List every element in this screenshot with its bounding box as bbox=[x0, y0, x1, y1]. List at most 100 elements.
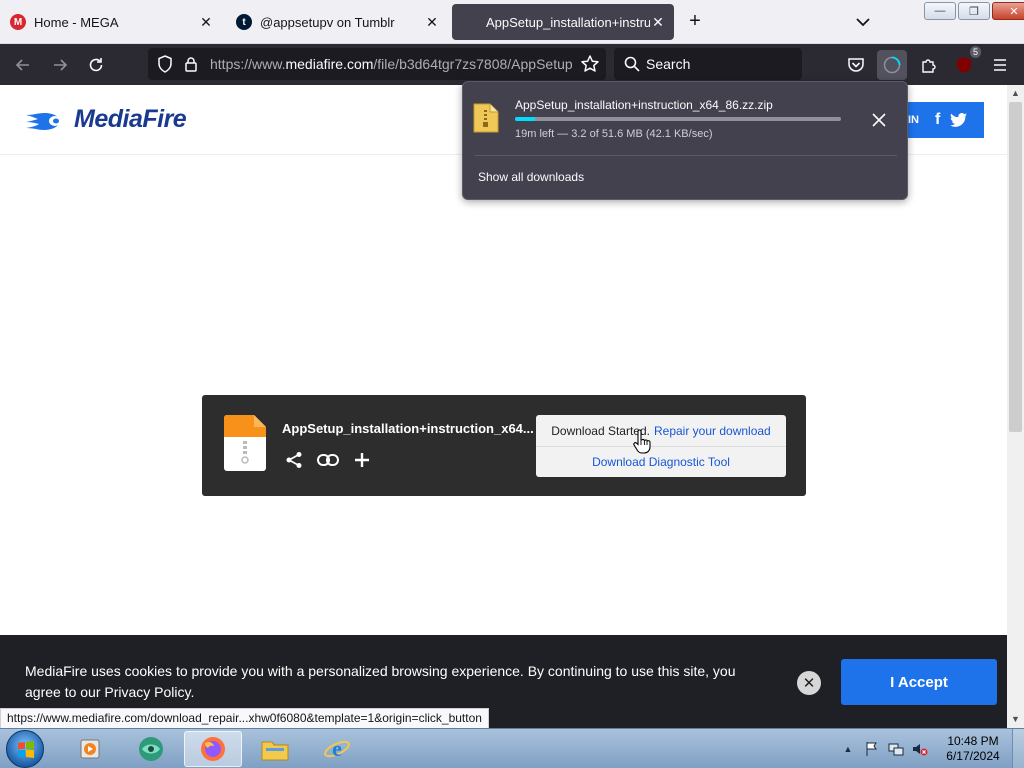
start-button[interactable] bbox=[6, 730, 44, 768]
url-bar[interactable]: https://www.mediafire.com/file/b3d64tgr7… bbox=[148, 48, 606, 80]
social-bar: IN f bbox=[896, 102, 984, 138]
mega-icon: M bbox=[10, 14, 26, 30]
link-status-url: https://www.mediafire.com/download_repai… bbox=[0, 708, 489, 729]
download-progress-icon bbox=[883, 56, 901, 74]
downloads-button[interactable] bbox=[877, 50, 907, 80]
repair-download-link[interactable]: Repair your download bbox=[654, 424, 771, 438]
back-arrow-icon bbox=[15, 59, 29, 71]
tab-close-icon[interactable]: ✕ bbox=[650, 14, 666, 30]
action-center-flag-icon[interactable] bbox=[864, 741, 880, 757]
cancel-download-icon[interactable] bbox=[869, 110, 889, 130]
tracking-shield-icon[interactable] bbox=[156, 55, 174, 73]
folder-icon bbox=[261, 741, 289, 761]
mediafire-flame-icon bbox=[26, 112, 61, 130]
puzzle-piece-icon bbox=[922, 59, 936, 73]
taskbar-firefox[interactable] bbox=[184, 731, 242, 767]
search-bar[interactable]: Search bbox=[614, 48, 802, 80]
close-window-button[interactable]: ✕ bbox=[992, 2, 1024, 20]
accept-cookies-button[interactable]: I Accept bbox=[841, 659, 997, 705]
extension-badge: 5 bbox=[969, 46, 981, 58]
new-tab-button[interactable]: + bbox=[684, 10, 706, 32]
tab-title: @appsetupv on Tumblr bbox=[260, 14, 395, 30]
login-link[interactable]: IN bbox=[908, 114, 919, 126]
download-status: Download Started. Repair your download bbox=[536, 415, 786, 446]
pocket-icon bbox=[848, 58, 864, 72]
firefox-icon bbox=[201, 737, 225, 761]
show-all-downloads-button[interactable]: Show all downloads bbox=[478, 170, 584, 184]
ublock-shield-icon bbox=[957, 57, 971, 73]
back-button[interactable] bbox=[10, 52, 36, 78]
tab-strip: M Home - MEGA ✕ t @appsetupv on Tumblr ✕… bbox=[0, 0, 1024, 44]
window-controls: — ❐ ✕ bbox=[924, 2, 1024, 20]
scroll-thumb[interactable] bbox=[1009, 102, 1022, 432]
reload-button[interactable] bbox=[83, 52, 109, 78]
copy-link-button[interactable] bbox=[317, 449, 339, 471]
tab-close-icon[interactable]: ✕ bbox=[424, 14, 440, 30]
twitter-icon[interactable] bbox=[950, 112, 968, 128]
network-icon[interactable] bbox=[888, 741, 904, 757]
url-path: /file/b3d64tgr7zs7808/AppSetup bbox=[373, 56, 572, 72]
taskbar-clock[interactable]: 10:48 PM 6/17/2024 bbox=[936, 734, 1010, 764]
clock-date: 6/17/2024 bbox=[946, 749, 1000, 763]
download-progress-fill bbox=[515, 117, 536, 121]
zip-archive-icon bbox=[473, 103, 499, 133]
logo-wordmark: MediaFire bbox=[74, 105, 187, 133]
mediafire-logo[interactable]: MediaFire bbox=[24, 105, 187, 134]
download-status-text: 19m left — 3.2 of 51.6 MB (42.1 KB/sec) bbox=[515, 128, 713, 140]
tab-title: AppSetup_installation+instructio bbox=[486, 14, 650, 30]
plus-icon bbox=[355, 453, 369, 467]
download-actions-box: Download Started. Repair your download D… bbox=[536, 415, 786, 477]
extensions-button[interactable] bbox=[916, 52, 942, 78]
svg-text:e: e bbox=[332, 736, 342, 761]
lock-icon[interactable] bbox=[182, 55, 200, 73]
share-icon bbox=[286, 452, 302, 468]
taskbar-media-player[interactable] bbox=[62, 731, 120, 767]
list-tabs-button[interactable] bbox=[852, 12, 874, 32]
app-menu-button[interactable] bbox=[987, 52, 1013, 78]
taskbar-internet-explorer[interactable]: e bbox=[308, 731, 366, 767]
zip-file-icon bbox=[224, 415, 266, 471]
link-icon bbox=[317, 454, 339, 466]
restore-button[interactable]: ❐ bbox=[958, 2, 990, 20]
show-hidden-icons-icon[interactable]: ▲ bbox=[840, 741, 856, 757]
cookie-close-button[interactable]: ✕ bbox=[797, 671, 821, 695]
add-to-account-button[interactable] bbox=[351, 449, 373, 471]
clock-time: 10:48 PM bbox=[947, 734, 999, 748]
windows-taskbar: e ▲ 10:48 PM 6/17/2024 bbox=[0, 728, 1024, 768]
file-name: AppSetup_installation+instruction_x64... bbox=[282, 421, 534, 436]
mediafire-icon bbox=[462, 14, 478, 30]
minimize-button[interactable]: — bbox=[924, 2, 956, 20]
system-tray: ▲ bbox=[840, 729, 936, 768]
share-button[interactable] bbox=[283, 449, 305, 471]
url-host: mediafire.com bbox=[285, 56, 374, 72]
download-progress-bar bbox=[515, 117, 841, 121]
diagnostic-tool-link[interactable]: Download Diagnostic Tool bbox=[536, 447, 786, 477]
facebook-icon[interactable]: f bbox=[935, 111, 940, 129]
hand-pointer-cursor-icon bbox=[633, 429, 651, 454]
pocket-button[interactable] bbox=[843, 52, 869, 78]
tab-mediafire-active[interactable]: AppSetup_installation+instructio ✕ bbox=[452, 4, 674, 40]
reload-icon bbox=[89, 58, 103, 72]
taskbar-app-green[interactable] bbox=[122, 731, 180, 767]
url-text[interactable]: https://www.mediafire.com/file/b3d64tgr7… bbox=[210, 56, 572, 72]
tab-mega[interactable]: M Home - MEGA ✕ bbox=[0, 4, 222, 40]
bookmark-star-icon[interactable] bbox=[580, 54, 600, 74]
ublock-button[interactable]: 5 bbox=[951, 46, 981, 78]
vertical-scrollbar[interactable]: ▲ ▼ bbox=[1007, 85, 1024, 728]
scroll-down-arrow-icon[interactable]: ▼ bbox=[1007, 711, 1024, 728]
download-file-name[interactable]: AppSetup_installation+instruction_x64_86… bbox=[515, 98, 773, 112]
tab-tumblr[interactable]: t @appsetupv on Tumblr ✕ bbox=[226, 4, 448, 40]
tab-close-icon[interactable]: ✕ bbox=[198, 14, 214, 30]
green-globe-app-icon bbox=[139, 737, 163, 761]
show-desktop-button[interactable] bbox=[1012, 729, 1024, 768]
forward-button[interactable] bbox=[47, 52, 73, 78]
taskbar-explorer[interactable] bbox=[246, 731, 304, 767]
forward-arrow-icon bbox=[54, 59, 68, 71]
tumblr-icon: t bbox=[236, 14, 252, 30]
chevron-down-icon bbox=[856, 18, 870, 27]
volume-muted-icon[interactable] bbox=[912, 741, 928, 757]
windows-logo-icon bbox=[18, 741, 34, 758]
hamburger-menu-icon bbox=[994, 59, 1006, 71]
panel-separator bbox=[475, 155, 897, 156]
scroll-up-arrow-icon[interactable]: ▲ bbox=[1007, 85, 1024, 102]
